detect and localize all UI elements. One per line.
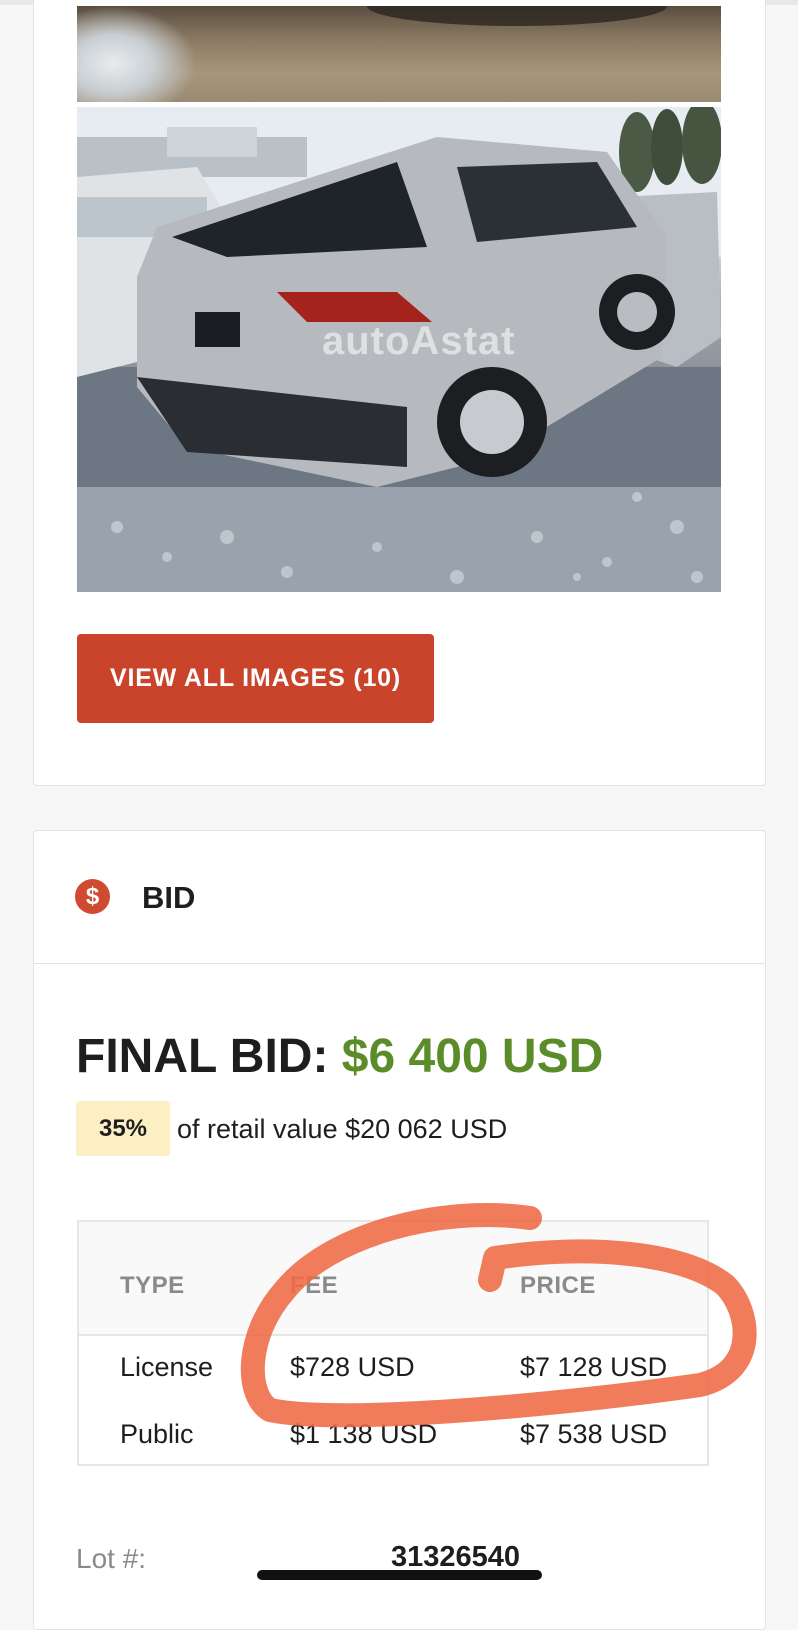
lot-number-label: Lot #: [76,1543,147,1574]
row-public-price: $7 538 USD [520,1419,668,1449]
retail-percent-badge: 35% [76,1101,170,1156]
bid-section-header: $ BID [34,831,765,964]
fee-table-header: TYPE FEE PRICE [79,1222,707,1336]
row-license-fee: $728 USD [290,1352,415,1382]
header-price: PRICE [520,1272,596,1299]
retail-value-text: of retail value $20 062 USD [177,1114,508,1144]
row-public-type: Public [120,1419,194,1449]
dollar-circle-icon: $ [75,879,110,914]
home-indicator[interactable] [257,1570,542,1580]
header-fee: FEE [290,1272,339,1299]
photo-snow-area [77,6,197,102]
vehicle-photo-main[interactable]: autoAstat [77,107,721,592]
final-bid-amount: $6 400 USD [341,1030,604,1083]
bid-card: $ BID FINAL BID: $6 400 USD 35% of retai… [33,830,766,1630]
final-bid-label: FINAL BID: [76,1030,329,1083]
vehicle-photo-previous[interactable] [77,6,721,102]
fee-table: TYPE FEE PRICE License $728 USD $7 128 U… [77,1220,709,1466]
row-license-type: License [120,1352,214,1382]
header-type: TYPE [120,1272,185,1299]
final-bid-line: FINAL BID: $6 400 USD [76,1029,603,1084]
image-gallery-card: autoAstat VIEW ALL IMAGES (10) [33,0,766,786]
watermark-label: autoAstat [322,319,516,363]
row-public-fee: $1 138 USD [290,1419,438,1449]
bid-section-title: BID [142,880,196,915]
row-license-price: $7 128 USD [520,1352,668,1382]
photo-dark-area [367,6,667,26]
view-all-images-button[interactable]: VIEW ALL IMAGES (10) [77,634,434,723]
